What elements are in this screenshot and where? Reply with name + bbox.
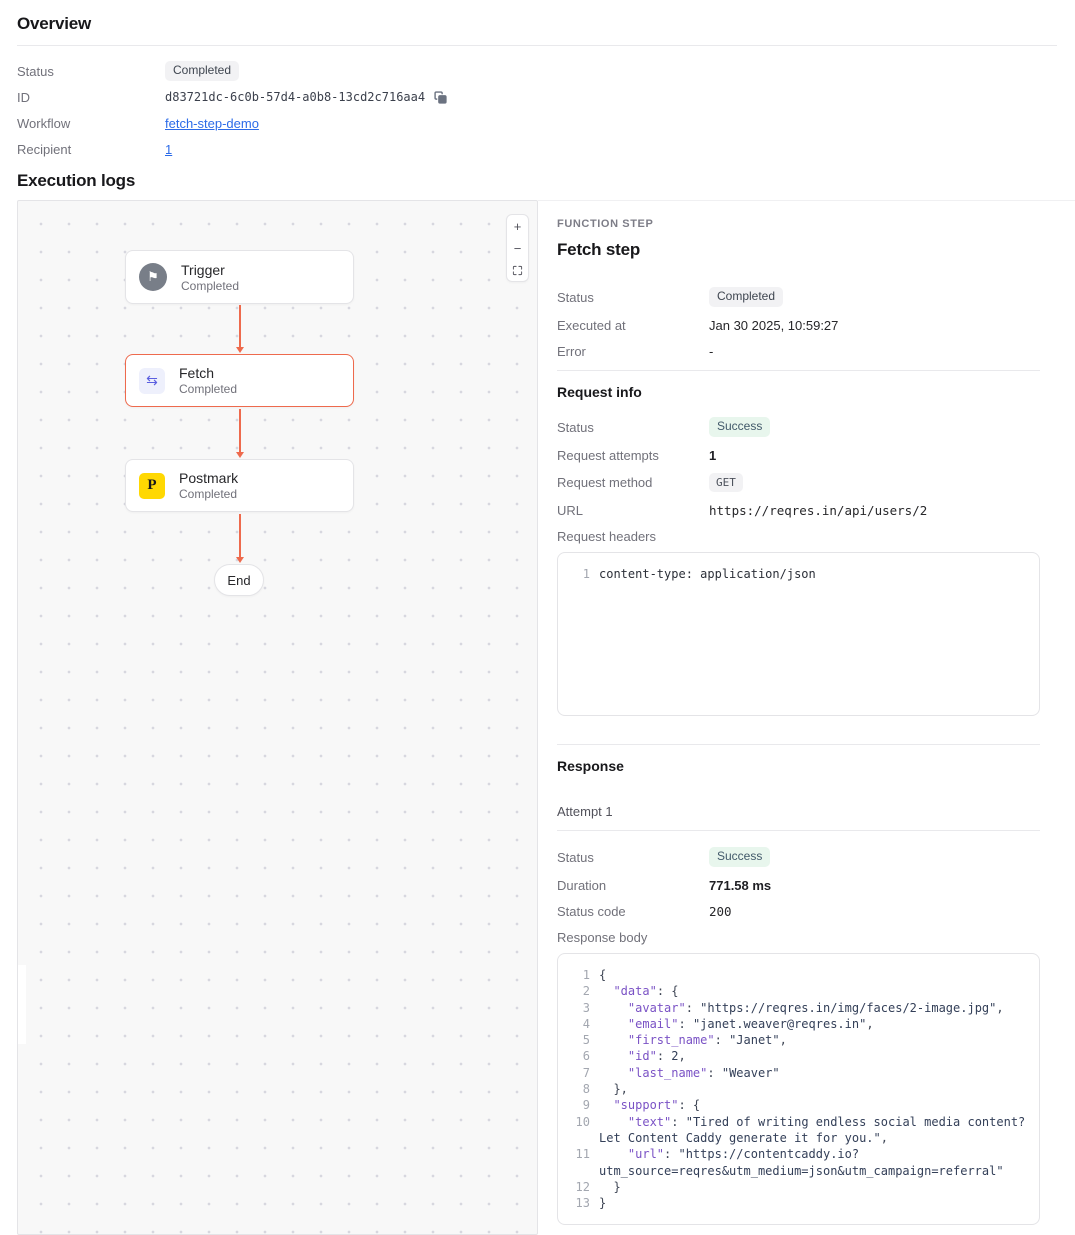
request-status-badge: Success [709,417,770,437]
overview-workflow-row: Workflow fetch-step-demo [17,113,1057,133]
duration-row: Duration 771.58 ms [557,877,1040,893]
step-status-row: Status Completed [557,287,1040,307]
request-headers-editor[interactable]: 1content-type: application/json [557,552,1040,716]
canvas-overlay-patch [17,965,26,1044]
response-body-editor[interactable]: 1{2 "data": {3 "avatar": "https://reqres… [557,953,1040,1225]
step-title: Fetch step [557,240,1040,260]
step-detail-panel: FUNCTION STEP Fetch step Status Complete… [538,200,1075,1235]
execution-workspace: ⚑ Trigger Completed ⇆ Fetch Completed P … [17,200,1075,1235]
overview-status-row: Status Completed [17,61,1057,81]
zoom-out-button[interactable]: − [507,237,528,259]
url-value: https://reqres.in/api/users/2 [709,503,927,518]
attempt-label: Attempt 1 [557,804,1040,819]
executed-at-value: Jan 30 2025, 10:59:27 [709,318,1040,333]
status-code-label: Status code [557,904,709,919]
copy-icon [434,91,447,104]
postmark-logo-icon: P [139,473,165,499]
edge-postmark-end [239,514,241,558]
request-headers-label: Request headers [557,529,709,544]
step-type-label: FUNCTION STEP [557,218,1040,230]
request-status-row: Status Success [557,417,1040,437]
node-status: Completed [181,279,239,293]
status-code-value: 200 [709,904,732,919]
response-status-badge: Success [709,847,770,867]
copy-id-button[interactable] [434,91,447,104]
request-attempts-row: Request attempts 1 [557,447,1040,463]
zoom-in-button[interactable]: + [507,215,528,237]
transaction-id: d83721dc-6c0b-57d4-a0b8-13cd2c716aa4 [165,90,425,104]
execution-detail-page: Overview Status Completed ID d83721dc-6c… [0,0,1075,1235]
executed-at-label: Executed at [557,318,709,333]
swap-arrows-icon: ⇆ [139,368,165,394]
node-title: Postmark [179,470,238,486]
overview-divider [17,45,1057,46]
execution-logs-title: Execution logs [17,171,135,191]
divider [557,744,1040,745]
status-label: Status [17,64,165,79]
response-heading: Response [557,758,1040,774]
overview-title: Overview [17,14,1057,34]
response-body-row: Response body [557,929,1040,945]
url-row: URL https://reqres.in/api/users/2 [557,502,1040,518]
step-status-badge: Completed [709,287,783,307]
overview-recipient-row: Recipient 1 [17,139,1057,159]
overview-id-row: ID d83721dc-6c0b-57d4-a0b8-13cd2c716aa4 [17,87,1057,107]
request-attempts-value: 1 [709,448,1040,463]
node-end[interactable]: End [214,564,264,596]
canvas-zoom-controls: + − [506,214,529,282]
node-title: Fetch [179,365,237,381]
response-status-row: Status Success [557,847,1040,867]
request-headers-row: Request headers [557,528,1040,544]
workflow-link[interactable]: fetch-step-demo [165,116,259,131]
edge-trigger-fetch [239,305,241,348]
node-status: Completed [179,487,238,501]
status-label: Status [557,290,709,305]
node-status: Completed [179,382,237,396]
fullscreen-icon [512,265,523,276]
request-method-label: Request method [557,475,709,490]
url-label: URL [557,503,709,518]
status-label: Status [557,850,709,865]
recipient-link[interactable]: 1 [165,142,172,157]
id-label: ID [17,90,165,105]
duration-label: Duration [557,878,709,893]
workflow-label: Workflow [17,116,165,131]
duration-value: 771.58 ms [709,878,1040,893]
error-row: Error - [557,343,1040,359]
flag-icon: ⚑ [139,263,167,291]
recipient-label: Recipient [17,142,165,157]
node-postmark[interactable]: P Postmark Completed [125,459,354,512]
divider [557,370,1040,371]
request-method-badge: GET [709,473,743,492]
status-code-row: Status code 200 [557,903,1040,919]
error-value: - [709,344,1040,359]
error-label: Error [557,344,709,359]
node-fetch[interactable]: ⇆ Fetch Completed [125,354,354,407]
fit-view-button[interactable] [507,259,528,281]
overview-section: Overview Status Completed ID d83721dc-6c… [0,0,1075,159]
workflow-canvas[interactable]: ⚑ Trigger Completed ⇆ Fetch Completed P … [17,200,538,1235]
divider [557,830,1040,831]
executed-at-row: Executed at Jan 30 2025, 10:59:27 [557,317,1040,333]
response-body-label: Response body [557,930,709,945]
edge-fetch-postmark [239,409,241,453]
node-title: Trigger [181,262,239,278]
status-label: Status [557,420,709,435]
request-method-row: Request method GET [557,473,1040,492]
request-attempts-label: Request attempts [557,448,709,463]
request-info-heading: Request info [557,384,1040,400]
node-trigger[interactable]: ⚑ Trigger Completed [125,250,354,304]
status-badge: Completed [165,61,239,81]
